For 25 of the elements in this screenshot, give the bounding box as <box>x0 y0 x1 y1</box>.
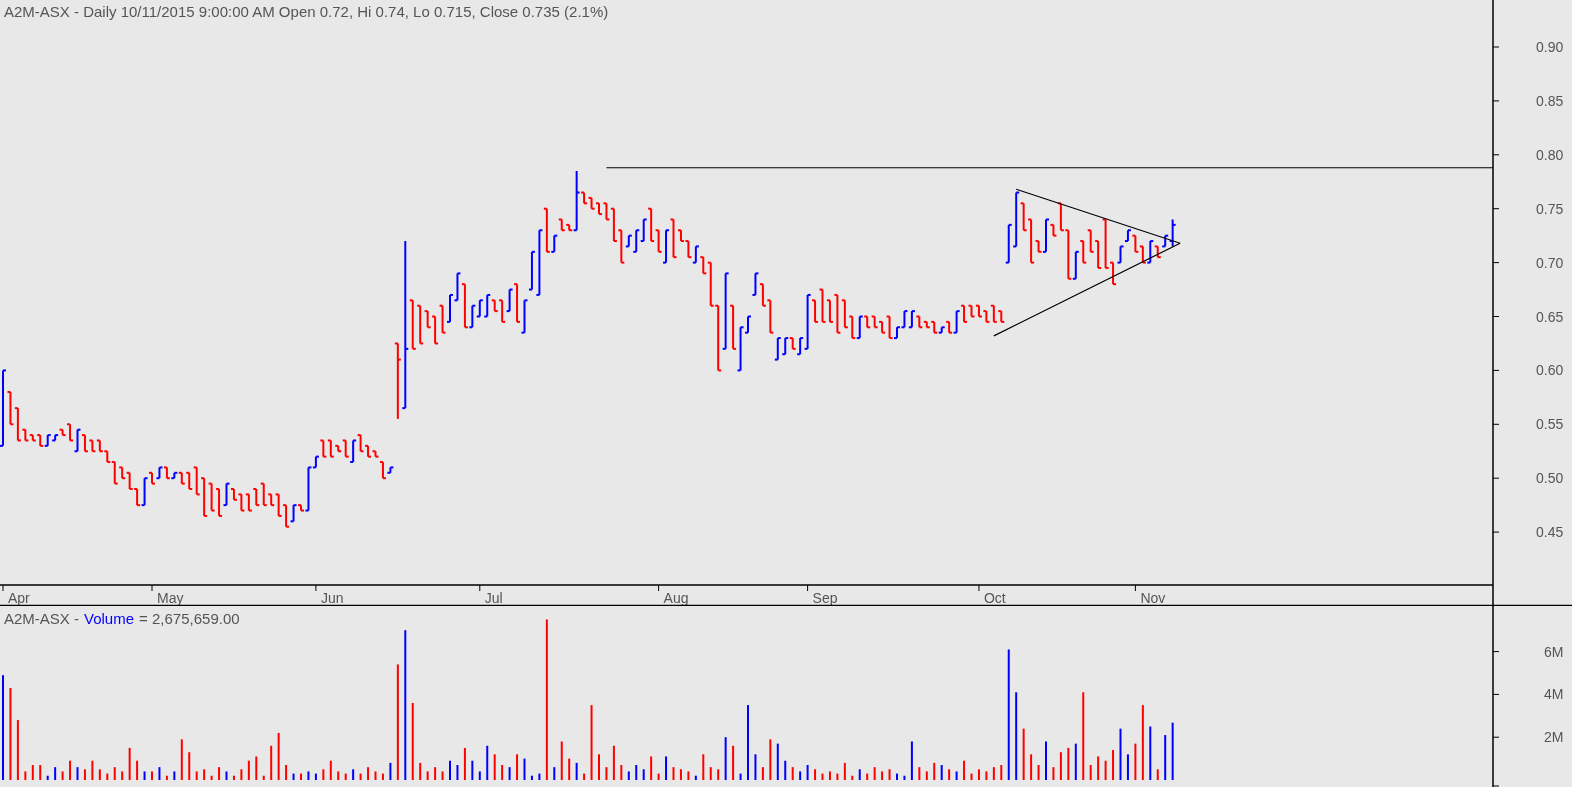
price-axis-label: 0.75 <box>1536 200 1564 217</box>
month-label: Oct <box>983 590 1006 606</box>
chart-title: A2M-ASX - Daily 10/11/2015 9:00:00 AM Open 0.72, Hi 0.74, Lo 0.715, Close 0.735 (2.1%) <box>4 3 609 20</box>
month-label: May <box>157 590 184 606</box>
price-axis-label: 0.85 <box>1536 92 1564 109</box>
month-label: Aug <box>663 590 689 606</box>
month-label: Sep <box>812 590 838 606</box>
legend-value: = 2,675,659.00 <box>139 610 240 628</box>
legend-label: Volume <box>84 610 135 628</box>
price-axis-label: 0.50 <box>1536 470 1564 487</box>
volume-axis-label: 4M <box>1544 686 1564 703</box>
price-axis-label: 0.60 <box>1536 362 1564 379</box>
price-axis-label: 0.55 <box>1536 416 1564 433</box>
month-label: Apr <box>8 590 30 606</box>
price-axis-label: 0.65 <box>1536 308 1564 325</box>
month-label: Jun <box>320 590 344 606</box>
volume-axis-label: 2M <box>1544 729 1564 746</box>
price-axis-label: 0.45 <box>1536 524 1564 541</box>
price-axis-label: 0.90 <box>1536 39 1564 55</box>
volume-axis-label: 6M <box>1544 643 1564 660</box>
price-axis-label: 0.70 <box>1536 254 1564 271</box>
month-label: Jul <box>484 590 503 606</box>
month-label: Nov <box>1140 590 1166 606</box>
legend-symbol: A2M-ASX - <box>4 610 79 628</box>
price-axis-label: 0.80 <box>1536 146 1564 163</box>
